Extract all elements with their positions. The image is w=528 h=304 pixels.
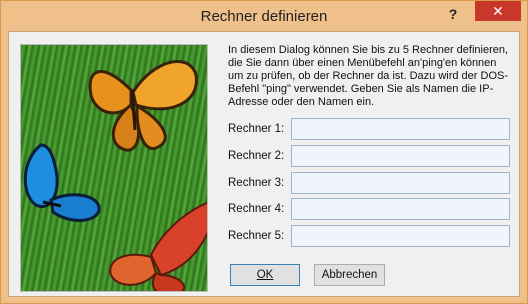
rechner-1-label: Rechner 1: — [228, 123, 285, 135]
help-button[interactable]: ? — [441, 3, 465, 25]
butterfly-image — [20, 44, 208, 292]
rechner-3-label: Rechner 3: — [228, 177, 285, 189]
rechner-2-label: Rechner 2: — [228, 150, 285, 162]
dialog-window: Rechner definieren ? ✕ In diesem Dialog … — [0, 0, 528, 304]
rechner-4-row: Rechner 4: — [228, 198, 518, 222]
rechner-5-label: Rechner 5: — [228, 230, 285, 242]
info-text: In diesem Dialog können Sie bis zu 5 Rec… — [228, 44, 509, 108]
close-button[interactable]: ✕ — [475, 1, 521, 21]
ok-button[interactable]: OK — [230, 264, 300, 286]
rechner-4-label: Rechner 4: — [228, 203, 285, 215]
title-bar[interactable]: Rechner definieren ? ✕ — [1, 1, 527, 31]
rechner-5-row: Rechner 5: — [228, 225, 518, 249]
rechner-1-input[interactable] — [291, 118, 510, 140]
rechner-5-input[interactable] — [291, 225, 510, 247]
rechner-2-input[interactable] — [291, 145, 510, 167]
rechner-1-row: Rechner 1: — [228, 118, 518, 142]
close-icon: ✕ — [492, 3, 504, 19]
ok-button-label: OK — [256, 269, 274, 281]
rechner-3-row: Rechner 3: — [228, 172, 518, 196]
rechner-2-row: Rechner 2: — [228, 145, 518, 169]
butterflies-illustration — [23, 60, 207, 291]
rechner-4-input[interactable] — [291, 198, 510, 220]
rechner-3-input[interactable] — [291, 172, 510, 194]
dialog-body: In diesem Dialog können Sie bis zu 5 Rec… — [8, 31, 520, 297]
cancel-button[interactable]: Abbrechen — [314, 264, 385, 286]
